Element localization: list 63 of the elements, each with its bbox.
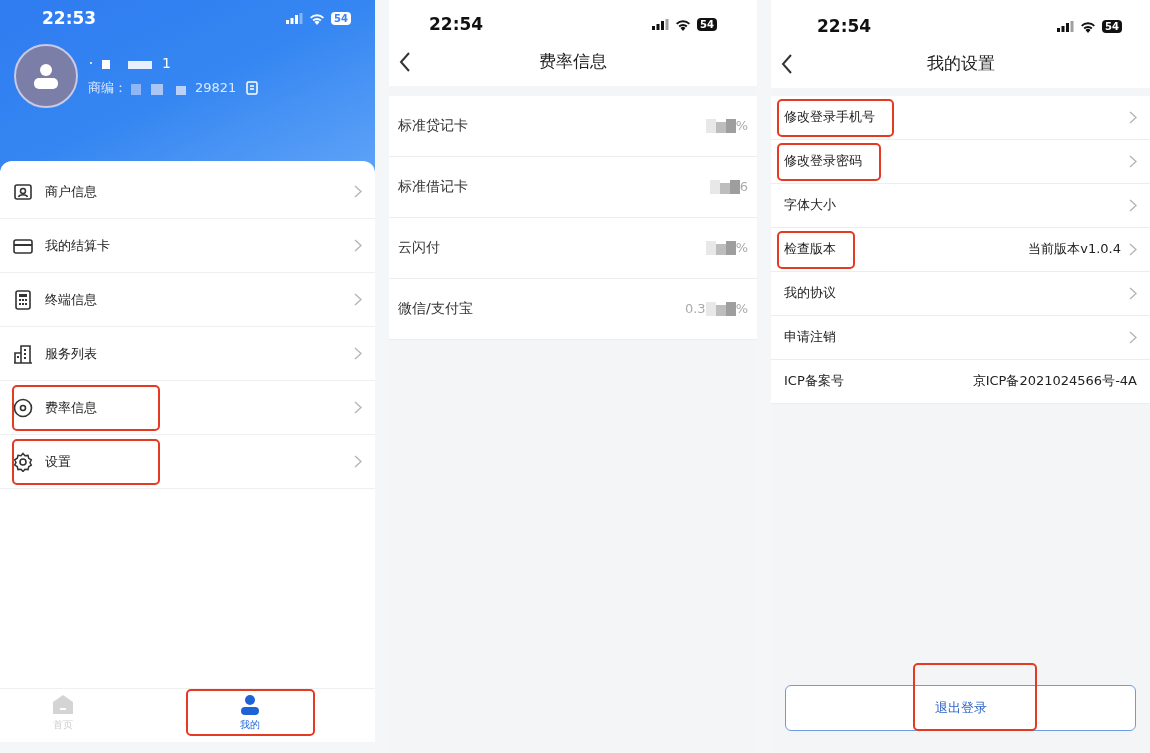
settings-row: ICP备案号 京ICP备2021024566号-4A — [771, 359, 1150, 404]
chevron-right-icon — [1129, 242, 1137, 256]
page-title: 费率信息 — [539, 49, 607, 73]
battery-level: 54 — [697, 18, 717, 32]
chevron-right-icon — [354, 293, 362, 306]
signal-icon — [652, 19, 670, 31]
chevron-right-icon — [1129, 286, 1137, 300]
back-icon — [781, 53, 793, 74]
battery-level: 54 — [331, 12, 351, 26]
settings-icon — [13, 451, 33, 472]
chevron-right-icon — [1129, 110, 1137, 124]
rate-label: 云闪付 — [398, 238, 440, 257]
settings-row[interactable]: 修改登录手机号 — [771, 95, 1150, 140]
signal-icon — [1057, 21, 1075, 33]
menu-item[interactable]: 费率信息 — [0, 381, 375, 435]
wifi-icon — [1080, 20, 1097, 33]
wifi-icon — [675, 18, 692, 31]
chevron-right-icon — [354, 401, 362, 414]
settings-row[interactable]: 修改登录密码 — [771, 139, 1150, 184]
merchant-name: 1 — [162, 54, 171, 74]
person-icon — [32, 61, 60, 90]
home-icon — [50, 693, 75, 717]
rate-label: 微信/支付宝 — [398, 299, 473, 318]
menu-item[interactable]: 服务列表 — [0, 327, 375, 381]
rate-value: % — [735, 299, 748, 318]
wifi-icon — [309, 12, 326, 25]
status-time: 22:54 — [429, 13, 484, 36]
chevron-right-icon — [354, 347, 362, 360]
settings-row[interactable]: 检查版本 当前版本v1.0.4 — [771, 227, 1150, 272]
menu-item[interactable]: 商户信息 — [0, 165, 375, 219]
menu-item[interactable]: 终端信息 — [0, 273, 375, 327]
chevron-right-icon — [1129, 198, 1137, 212]
back-icon — [399, 51, 411, 72]
settings-row[interactable]: 申请注销 — [771, 315, 1150, 360]
chevron-right-icon — [1129, 330, 1137, 344]
settings-row[interactable]: 我的协议 — [771, 271, 1150, 316]
calculator-icon — [13, 289, 33, 310]
logout-button[interactable]: 退出登录 — [785, 685, 1136, 731]
rate-value: 0.3 — [684, 299, 706, 318]
disc-icon — [13, 397, 33, 418]
chevron-right-icon — [354, 185, 362, 198]
rate-label: 标准借记卡 — [398, 177, 468, 196]
rate-value: % — [735, 116, 748, 135]
status-time: 22:54 — [817, 15, 872, 38]
merchant-number: 29821 — [195, 79, 237, 98]
chevron-right-icon — [354, 239, 362, 252]
rate-label: 标准贷记卡 — [398, 116, 468, 135]
page-title: 我的设置 — [926, 51, 995, 75]
chevron-right-icon — [354, 455, 362, 468]
id-card-icon — [13, 181, 33, 202]
chevron-right-icon — [1129, 154, 1137, 168]
settings-row[interactable]: 字体大小 — [771, 183, 1150, 228]
menu-item[interactable]: 设置 — [0, 435, 375, 489]
merchant-number-label: 商编： — [88, 79, 127, 98]
rate-value: % — [735, 238, 748, 257]
status-time: 22:53 — [42, 7, 97, 30]
building-icon — [13, 343, 33, 364]
rate-value: 6 — [739, 177, 748, 196]
tab[interactable]: 我的 — [185, 689, 315, 736]
menu-item[interactable]: 我的结算卡 — [0, 219, 375, 273]
copy-icon — [246, 81, 259, 95]
battery-level: 54 — [1102, 20, 1122, 34]
signal-icon — [286, 13, 304, 25]
